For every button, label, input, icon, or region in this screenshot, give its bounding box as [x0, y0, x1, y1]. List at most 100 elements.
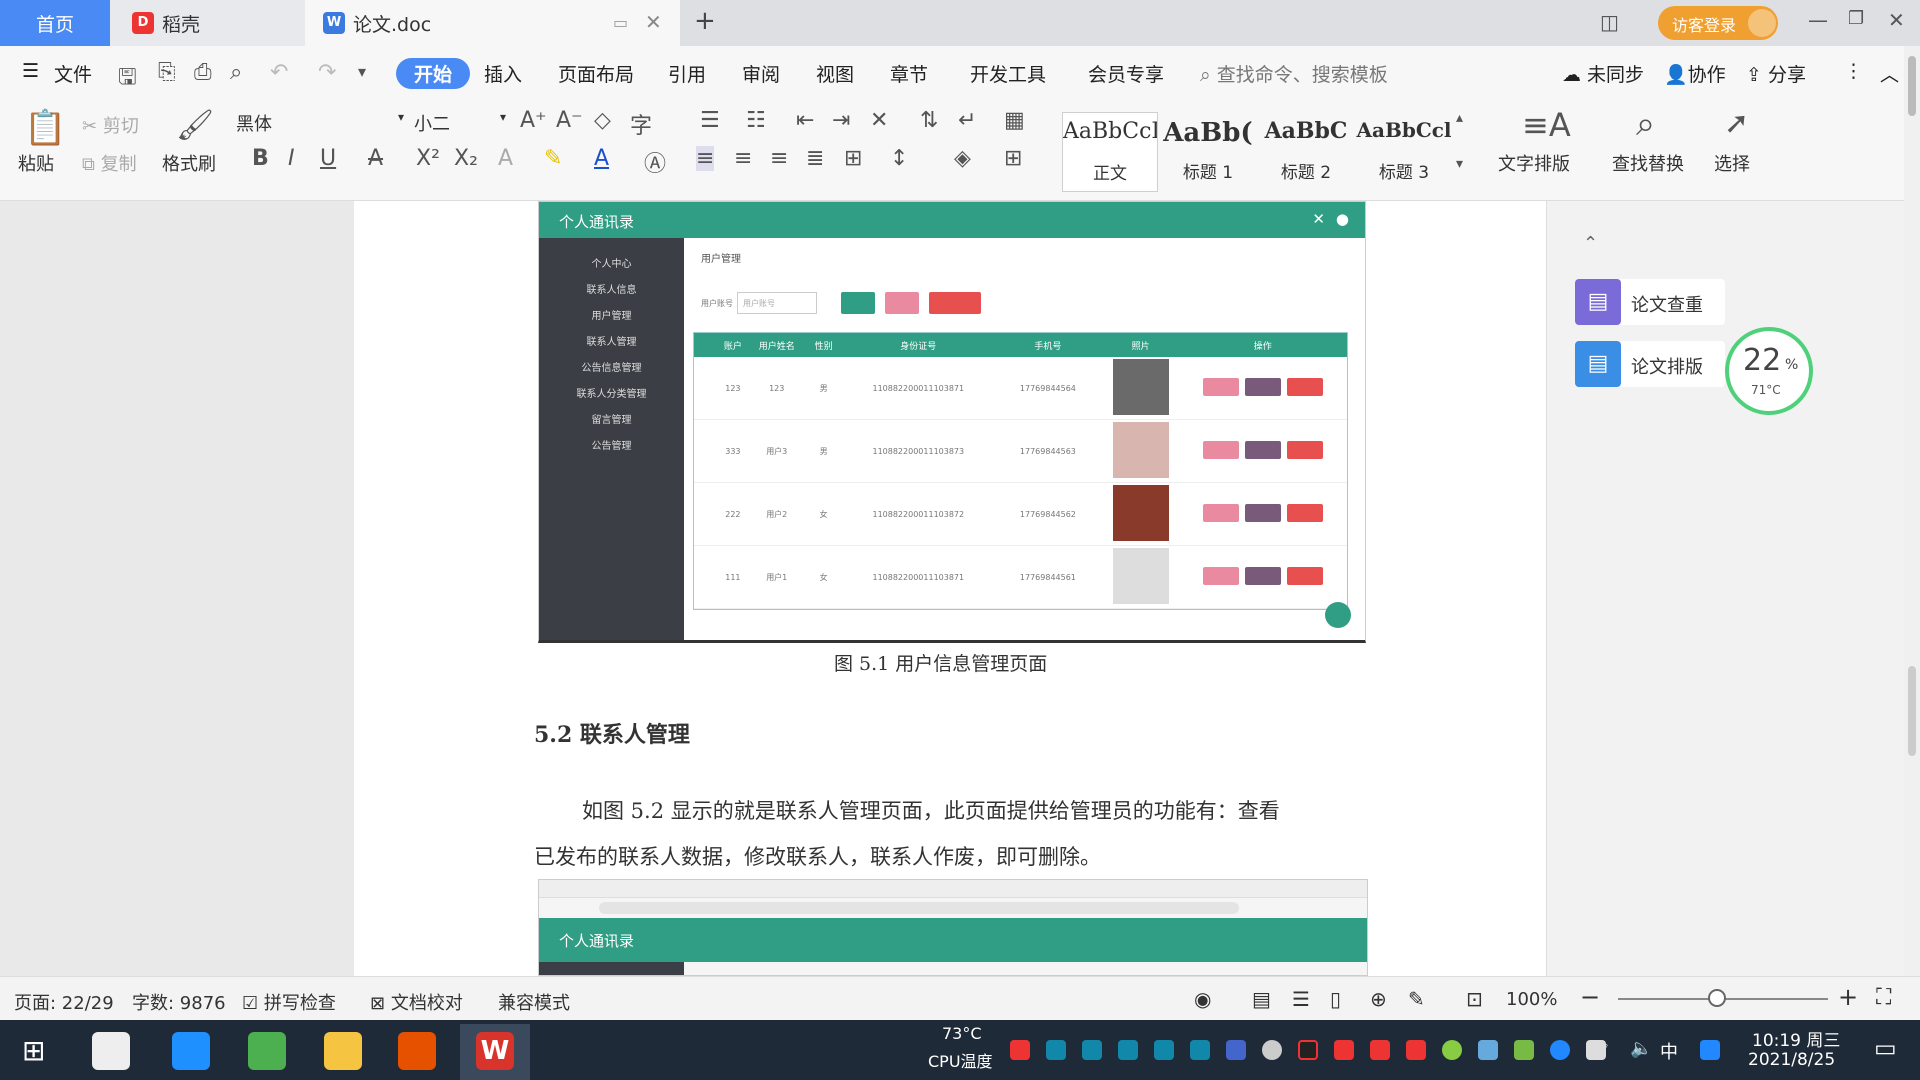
- minimize-icon[interactable]: —: [1808, 8, 1828, 32]
- web-view-icon[interactable]: ⊕: [1370, 987, 1387, 1011]
- save-icon[interactable]: 🖫: [118, 60, 137, 98]
- tab-document[interactable]: W 论文.doc ▭ ✕: [305, 0, 680, 46]
- subscript-icon[interactable]: X₂: [454, 146, 478, 171]
- search-command-box[interactable]: ⌕ 查找命令、搜索模板: [1200, 60, 1388, 87]
- copy-button[interactable]: ⧉ 复制: [82, 150, 137, 176]
- select-button[interactable]: 选择: [1714, 150, 1750, 176]
- numbered-list-icon[interactable]: ☷: [746, 108, 766, 133]
- table-icon[interactable]: ▦: [1004, 108, 1025, 133]
- font-size-select[interactable]: 小二 ▾: [414, 110, 510, 142]
- tray-icon[interactable]: [1334, 1040, 1354, 1060]
- find-replace-icon[interactable]: ⌕: [1636, 104, 1655, 144]
- volume-icon[interactable]: 🔈: [1630, 1038, 1652, 1059]
- align-center-icon[interactable]: ≡: [734, 146, 752, 171]
- find-replace-button[interactable]: 查找替换: [1612, 150, 1684, 176]
- reading-view-icon[interactable]: ▯: [1330, 987, 1341, 1011]
- cursor-icon[interactable]: ➚: [1724, 106, 1749, 141]
- bold-icon[interactable]: B: [252, 146, 269, 171]
- font-family-select[interactable]: 黑体 ▾: [236, 110, 408, 142]
- wifi-icon[interactable]: ⌔: [1594, 1038, 1611, 1061]
- thesis-typeset-button[interactable]: ▤ 论文排版: [1575, 341, 1725, 387]
- menu-chapter[interactable]: 章节: [890, 60, 928, 87]
- menu-file[interactable]: 文件: [54, 60, 92, 87]
- monitor-icon[interactable]: ▭: [613, 13, 628, 32]
- line-spacing-icon[interactable]: ↕: [890, 146, 908, 171]
- grow-font-icon[interactable]: A⁺: [520, 108, 547, 133]
- document-page[interactable]: 个人通讯录 ✕ ● 个人中心 联系人信息 用户管理 联系人管理 公告信息管理 联…: [354, 201, 1546, 976]
- app-fan-icon[interactable]: [92, 1032, 130, 1070]
- tray-icon[interactable]: [1370, 1040, 1390, 1060]
- browser-360-icon[interactable]: [248, 1032, 286, 1070]
- export-icon[interactable]: ⎘: [158, 60, 176, 85]
- fit-page-icon[interactable]: ⊡: [1466, 987, 1483, 1011]
- align-left-icon[interactable]: ≡: [696, 146, 715, 171]
- justify-icon[interactable]: ≣: [806, 146, 824, 171]
- border-icon[interactable]: ⊞: [1004, 146, 1022, 171]
- undo-icon[interactable]: ↶: [270, 60, 288, 85]
- tray-icon[interactable]: [1154, 1040, 1174, 1060]
- tray-icon[interactable]: [1190, 1040, 1210, 1060]
- spell-check-button[interactable]: ☑ 拼写检查: [242, 989, 336, 1015]
- write-view-icon[interactable]: ✎: [1408, 987, 1425, 1011]
- new-tab-icon[interactable]: +: [694, 6, 716, 36]
- chinese-layout-icon[interactable]: ✕: [870, 108, 888, 133]
- collapse-panel-icon[interactable]: ⌃: [1583, 233, 1598, 254]
- zoom-in-icon[interactable]: +: [1838, 983, 1858, 1011]
- ie-browser-icon[interactable]: [172, 1032, 210, 1070]
- share-button[interactable]: ⇪ 分享: [1746, 60, 1806, 87]
- tray-icon[interactable]: [1406, 1040, 1426, 1060]
- tray-icon[interactable]: [1700, 1040, 1720, 1060]
- menu-member[interactable]: 会员专享: [1088, 60, 1164, 87]
- redo-icon[interactable]: ↷: [318, 60, 336, 85]
- italic-icon[interactable]: I: [288, 146, 295, 171]
- paste-button[interactable]: 粘贴: [18, 150, 54, 176]
- wps-taskbar-button[interactable]: W: [460, 1024, 530, 1080]
- font-color-icon[interactable]: A: [594, 146, 609, 171]
- zoom-out-icon[interactable]: −: [1580, 983, 1600, 1011]
- format-painter-button[interactable]: 格式刷: [162, 150, 216, 176]
- app-orange-icon[interactable]: [398, 1032, 436, 1070]
- tray-icon[interactable]: [1010, 1040, 1030, 1060]
- pinyin-icon[interactable]: 字: [630, 108, 652, 140]
- bluetooth-icon[interactable]: [1550, 1040, 1570, 1060]
- style-heading-1[interactable]: AaBb( 标题 1: [1160, 112, 1256, 192]
- page-view-icon[interactable]: ▤: [1252, 987, 1271, 1011]
- menu-start[interactable]: 开始: [396, 58, 471, 89]
- style-normal[interactable]: AaBbCcI 正文: [1062, 112, 1158, 192]
- menu-insert[interactable]: 插入: [484, 60, 522, 87]
- char-border-icon[interactable]: Ⓐ: [644, 146, 666, 178]
- close-tab-icon[interactable]: ✕: [645, 10, 662, 34]
- style-heading-3[interactable]: AaBbCcl 标题 3: [1356, 112, 1452, 192]
- nvidia-icon[interactable]: [1514, 1040, 1534, 1060]
- notification-icon[interactable]: ▭: [1874, 1034, 1897, 1062]
- print-preview-icon[interactable]: ⌕: [230, 60, 242, 85]
- text-layout-button[interactable]: 文字排版: [1498, 150, 1570, 176]
- style-more-icon[interactable]: ▾: [1456, 156, 1463, 172]
- qq-icon[interactable]: [1298, 1040, 1318, 1060]
- shading-icon[interactable]: ◈: [954, 146, 971, 171]
- doc-proof-button[interactable]: ⊠ 文档校对: [370, 989, 463, 1015]
- style-heading-2[interactable]: AaBbC 标题 2: [1258, 112, 1354, 192]
- ime-indicator[interactable]: 中: [1660, 1038, 1678, 1064]
- superscript-icon[interactable]: X²: [416, 146, 440, 171]
- outline-view-icon[interactable]: ☰: [1292, 987, 1310, 1011]
- close-window-icon[interactable]: ✕: [1888, 8, 1905, 32]
- distribute-icon[interactable]: ⊞: [844, 146, 862, 171]
- windows-start-icon[interactable]: ⊞: [22, 1034, 45, 1067]
- paste-icon[interactable]: 📋: [24, 108, 66, 148]
- clock-time[interactable]: 10:19 周三: [1752, 1026, 1840, 1051]
- highlight-icon[interactable]: ✎: [544, 146, 562, 171]
- fullscreen-icon[interactable]: ⛶: [1876, 985, 1891, 1010]
- restore-icon[interactable]: ❐: [1848, 8, 1864, 29]
- format-painter-icon[interactable]: 🖌: [176, 108, 214, 143]
- collapse-ribbon-icon[interactable]: ︿: [1880, 60, 1899, 87]
- tray-icon[interactable]: [1046, 1040, 1066, 1060]
- tray-icon[interactable]: [1082, 1040, 1102, 1060]
- decrease-indent-icon[interactable]: ⇤: [796, 108, 814, 133]
- tab-home[interactable]: 首页: [0, 0, 110, 46]
- guest-login-button[interactable]: 访客登录: [1658, 6, 1778, 40]
- bullet-list-icon[interactable]: ☰: [700, 108, 720, 133]
- quick-access-dropdown-icon[interactable]: ▾: [358, 62, 366, 81]
- zoom-slider-handle[interactable]: [1708, 989, 1726, 1007]
- menu-devtools[interactable]: 开发工具: [970, 60, 1046, 87]
